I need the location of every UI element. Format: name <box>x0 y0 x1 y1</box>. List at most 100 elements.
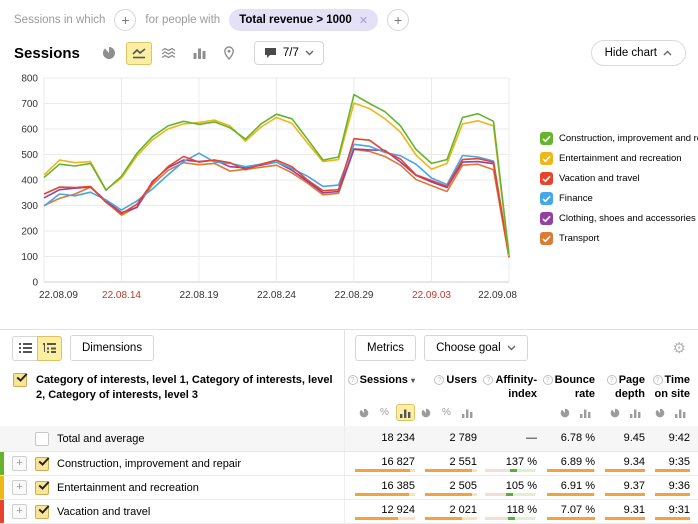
flat-list-view-button[interactable] <box>12 336 37 361</box>
table-row[interactable]: +Entertainment and recreation16 3852 505… <box>0 476 698 500</box>
metric-bar <box>547 517 595 520</box>
legend-item[interactable]: Clothing, shoes and accessories <box>540 212 698 225</box>
svg-text:600: 600 <box>21 125 38 136</box>
stacked-area-type-button[interactable] <box>156 42 182 65</box>
segment-tag-label: Total revenue > 1000 <box>239 14 352 26</box>
metric-value: 12 924 <box>381 504 415 516</box>
legend-item[interactable]: Construction, improvement and repair <box>540 132 698 145</box>
svg-text:0: 0 <box>32 278 38 289</box>
hide-chart-button[interactable]: Hide chart <box>591 40 686 66</box>
row-label: Vacation and travel <box>57 506 150 518</box>
sessions-in-which-label: Sessions in which <box>14 14 105 26</box>
bar-viz-icon[interactable] <box>458 404 477 421</box>
table-settings-gear-icon[interactable]: ⚙ <box>673 339 686 357</box>
stacked-area-icon <box>161 46 176 60</box>
cell-value: 6.91 % <box>537 476 595 499</box>
cell-value: 2 021 <box>415 500 477 523</box>
add-session-condition-button[interactable]: + <box>114 9 136 31</box>
percent-viz-icon[interactable]: % <box>375 404 394 421</box>
chart-area: 010020030040050060070080022.08.0922.08.1… <box>0 66 698 308</box>
bar-viz-icon[interactable] <box>671 404 690 421</box>
pie-viz-icon[interactable] <box>605 404 624 421</box>
expand-row-button[interactable]: + <box>12 456 27 471</box>
column-header-users[interactable]: ?Users <box>415 373 477 402</box>
legend-checkbox-icon[interactable] <box>540 132 553 145</box>
for-people-with-label: for people with <box>145 14 220 26</box>
sessions-line-chart[interactable]: 010020030040050060070080022.08.0922.08.1… <box>4 70 540 308</box>
affinity-index-bar <box>485 517 535 520</box>
help-icon[interactable]: ? <box>653 375 663 385</box>
row-checkbox[interactable] <box>35 481 49 495</box>
add-user-condition-button[interactable]: + <box>387 9 409 31</box>
viz-icons-page-depth <box>595 404 645 422</box>
column-header-page-depth[interactable]: ?Page depth <box>595 373 645 402</box>
metric-bar <box>655 493 690 496</box>
metric-value: 9:31 <box>669 504 690 516</box>
bar-viz-icon[interactable] <box>396 404 415 421</box>
table-row[interactable]: +Construction, improvement and repair16 … <box>0 452 698 476</box>
series-counter-dropdown[interactable]: 7/7 <box>254 41 324 65</box>
metrics-button[interactable]: Metrics <box>355 335 416 361</box>
percent-viz-icon[interactable]: % <box>437 404 456 421</box>
legend-checkbox-icon[interactable] <box>540 172 553 185</box>
column-header-label: Sessions <box>360 374 408 386</box>
viz-icons-users: % <box>415 404 477 422</box>
line-chart-type-button[interactable] <box>126 42 152 65</box>
pie-viz-icon[interactable] <box>416 404 435 421</box>
legend-checkbox-icon[interactable] <box>540 232 553 245</box>
series-counter-value: 7/7 <box>283 47 299 59</box>
help-icon[interactable]: ? <box>607 375 617 385</box>
segment-filter-bar: Sessions in which + for people with Tota… <box>0 0 698 34</box>
svg-text:22.08.24: 22.08.24 <box>257 290 296 301</box>
column-chart-type-button[interactable] <box>186 42 212 65</box>
legend-item[interactable]: Vacation and travel <box>540 172 698 185</box>
legend-checkbox-icon[interactable] <box>540 152 553 165</box>
help-icon[interactable]: ? <box>434 375 444 385</box>
cell-value: 6.89 % <box>537 452 595 475</box>
help-icon[interactable]: ? <box>348 375 358 385</box>
legend-item[interactable]: Transport <box>540 232 698 245</box>
pie-chart-type-button[interactable] <box>96 42 122 65</box>
metric-bar <box>605 493 645 496</box>
expand-row-button[interactable]: + <box>12 504 27 519</box>
row-checkbox[interactable] <box>35 505 49 519</box>
legend-checkbox-icon[interactable] <box>540 192 553 205</box>
row-checkbox[interactable] <box>35 457 49 471</box>
metric-value: 9.31 <box>624 504 645 516</box>
tree-view-button[interactable] <box>37 336 62 361</box>
legend-item[interactable]: Entertainment and recreation <box>540 152 698 165</box>
legend-checkbox-icon[interactable] <box>540 212 553 225</box>
dimension-header-label[interactable]: Category of interests, level 1, Category… <box>36 373 334 402</box>
cell-value: 16 827 <box>345 452 415 475</box>
column-header-time-on-site[interactable]: ?Time on site <box>645 373 690 402</box>
bar-viz-icon[interactable] <box>626 404 645 421</box>
metric-bar <box>605 469 645 472</box>
remove-segment-icon[interactable]: ✕ <box>359 14 368 27</box>
table-row[interactable]: +Vacation and travel12 9242 021118 %7.07… <box>0 500 698 524</box>
choose-goal-dropdown[interactable]: Choose goal <box>424 335 528 361</box>
metric-value: 6.78 % <box>561 432 595 444</box>
legend-label: Clothing, shoes and accessories <box>559 213 696 224</box>
column-header-sessions[interactable]: ?Sessions ▾ <box>345 373 415 402</box>
metric-bar <box>355 517 415 520</box>
map-type-button[interactable] <box>216 42 242 65</box>
row-checkbox[interactable] <box>35 432 49 446</box>
bar-viz-icon[interactable] <box>576 404 595 421</box>
segment-tag[interactable]: Total revenue > 1000 ✕ <box>229 9 378 31</box>
column-header-affinity-index[interactable]: ?Affinity-index <box>477 373 537 402</box>
table-row[interactable]: Total and average18 2342 789—6.78 %9.459… <box>0 426 698 452</box>
pie-viz-icon[interactable] <box>354 404 373 421</box>
help-icon[interactable]: ? <box>483 375 493 385</box>
pie-viz-icon[interactable] <box>650 404 669 421</box>
cell-value: 2 789 <box>415 426 477 451</box>
column-header-bounce-rate[interactable]: ?Bounce rate <box>537 373 595 402</box>
legend-label: Finance <box>559 193 593 204</box>
pie-viz-icon[interactable] <box>555 404 574 421</box>
metric-bar <box>547 493 595 496</box>
legend-item[interactable]: Finance <box>540 192 698 205</box>
metric-value: 2 021 <box>449 504 477 516</box>
help-icon[interactable]: ? <box>543 375 553 385</box>
expand-row-button[interactable]: + <box>12 480 27 495</box>
dimensions-button[interactable]: Dimensions <box>70 335 154 361</box>
dimension-select-all-checkbox[interactable] <box>13 373 27 387</box>
